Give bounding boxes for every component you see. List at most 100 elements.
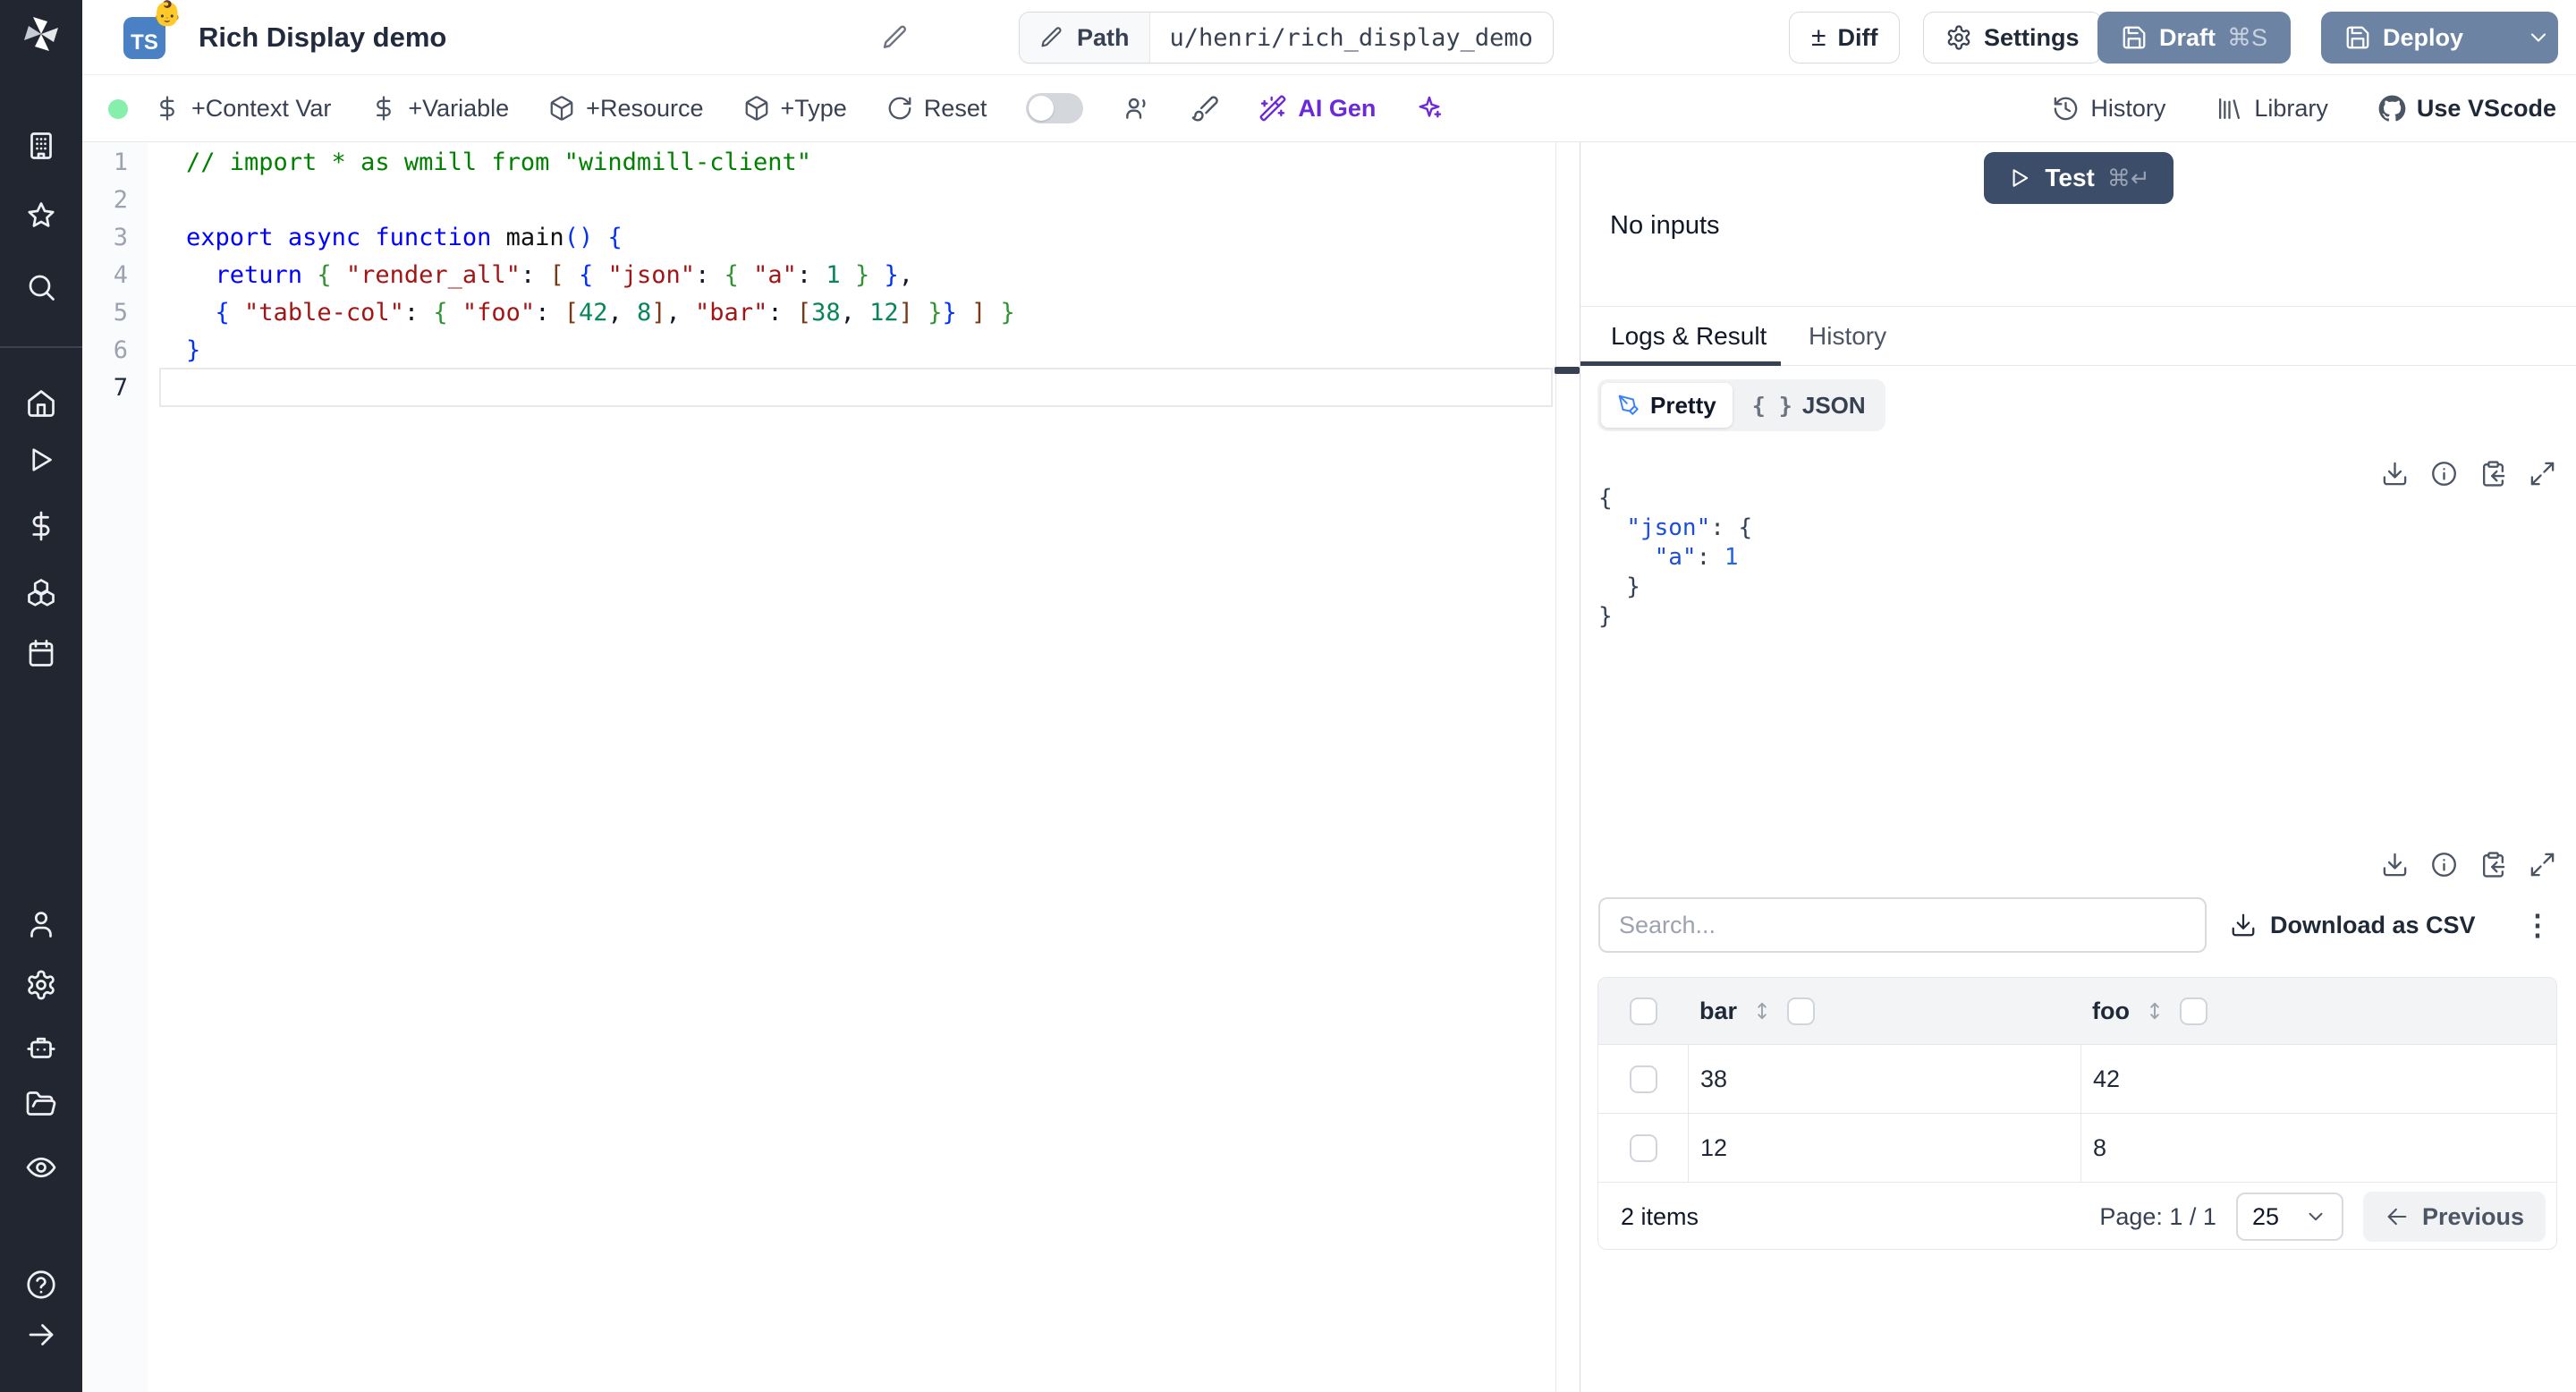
sidebar-home-icon[interactable]	[25, 387, 57, 420]
ai-gen-button[interactable]: AI Gen	[1258, 94, 1376, 123]
windmill-logo-icon[interactable]	[20, 13, 63, 55]
toolbar-reset-button[interactable]: Reset	[886, 95, 987, 123]
pane-splitter-handle[interactable]	[1555, 367, 1580, 374]
table-body: 38 42 12 8	[1598, 1044, 2556, 1182]
column-checkbox[interactable]	[2179, 997, 2207, 1025]
toolbar-variable-button[interactable]: +Variable	[370, 95, 509, 123]
expand-icon[interactable]	[2529, 460, 2556, 488]
line-number: 5	[113, 299, 128, 327]
sidebar-building-icon[interactable]	[25, 130, 57, 162]
table-search-input[interactable]	[1598, 897, 2207, 953]
table-actions-row	[2381, 851, 2556, 878]
sidebar-calendar-icon[interactable]	[25, 637, 57, 669]
column-header-foo[interactable]: foo	[2080, 997, 2556, 1025]
multiplayer-users-icon[interactable]	[1123, 94, 1151, 123]
row-checkbox[interactable]	[1629, 1133, 1657, 1162]
path-control[interactable]: Path u/henri/rich_display_demo	[1019, 12, 1554, 64]
line-number: 4	[113, 261, 128, 289]
sidebar-bot-icon[interactable]	[25, 1031, 57, 1064]
json-line: }	[1598, 573, 1640, 600]
multiplayer-users-icon	[1123, 94, 1151, 123]
top-header: TS 👶 Rich Display demo Path u/henri/rich…	[82, 0, 2576, 75]
diff-button[interactable]: ± Diff	[1789, 12, 1901, 64]
table-row[interactable]: 12 8	[1598, 1113, 2556, 1182]
toolbar-contextvar-button[interactable]: +Context Var	[154, 95, 331, 123]
tab-history[interactable]: History	[1809, 307, 1886, 366]
sort-icon[interactable]	[1750, 999, 1774, 1023]
reset-icon	[886, 95, 913, 122]
previous-page-button[interactable]: Previous	[2362, 1192, 2546, 1242]
status-green-dot	[108, 99, 128, 119]
page-label: Page: 1 / 1	[2099, 1202, 2216, 1230]
format-brush-icon[interactable]	[1191, 94, 1219, 123]
copy-to-clipboard-icon[interactable]	[2479, 851, 2507, 878]
save-draft-button[interactable]: Draft ⌘S	[2097, 12, 2292, 64]
magic-wand-icon	[1258, 94, 1287, 123]
code-line-5: { "table-col": { "foo": [42, 8], "bar": …	[215, 299, 1015, 327]
chevron-down-icon	[2304, 1205, 2327, 1228]
format-brush-icon	[1191, 94, 1219, 123]
copy-to-clipboard-icon[interactable]	[2479, 460, 2507, 488]
download-icon[interactable]	[2381, 851, 2409, 878]
sidebar-search-icon[interactable]	[25, 271, 57, 303]
table-row[interactable]: 38 42	[1598, 1044, 2556, 1113]
script-emoji: 👶	[152, 0, 182, 27]
sidebar-settings-icon[interactable]	[25, 969, 57, 1001]
result-view-toggle: Pretty { } JSON	[1597, 379, 1885, 431]
save-icon	[2121, 24, 2148, 51]
left-sidebar	[0, 0, 82, 1392]
toolbar-resource-button[interactable]: +Resource	[548, 95, 704, 123]
sidebar-play-icon[interactable]	[25, 444, 57, 476]
history-icon	[2052, 95, 2080, 123]
test-shortcut: ⌘↵	[2106, 164, 2150, 191]
editor-right-border	[1555, 142, 1556, 1392]
multiplayer-toggle[interactable]	[1026, 93, 1084, 123]
download-csv-button[interactable]: Download as CSV	[2230, 897, 2476, 953]
sidebar-dollar-icon[interactable]	[25, 510, 57, 542]
deploy-menu-button[interactable]	[2510, 25, 2567, 50]
deploy-button[interactable]: Deploy	[2321, 24, 2487, 52]
save-icon	[2344, 24, 2371, 51]
sidebar-star-icon[interactable]	[25, 199, 57, 232]
play-icon	[2007, 166, 2032, 191]
select-all-checkbox[interactable]	[1629, 997, 1657, 1025]
cell-bar: 12	[1688, 1114, 2080, 1182]
sidebar-eye-icon[interactable]	[25, 1151, 57, 1184]
info-icon[interactable]	[2430, 460, 2458, 488]
deploy-split-button[interactable]: Deploy	[2321, 12, 2558, 64]
sparkles-icon	[1415, 94, 1444, 123]
code-editor[interactable]: 1 2 3 4 5 6 7 // import * as wmill from "windm…	[82, 142, 1555, 1392]
line-number: 1	[113, 149, 128, 176]
expand-icon[interactable]	[2529, 851, 2556, 878]
sort-icon[interactable]	[2143, 999, 2166, 1023]
info-icon[interactable]	[2430, 851, 2458, 878]
settings-button[interactable]: Settings	[1923, 12, 2102, 64]
path-edit-button[interactable]: Path	[1020, 13, 1150, 63]
ai-sparkles-button[interactable]	[1415, 94, 1444, 123]
toolbar-type-button[interactable]: +Type	[743, 95, 847, 123]
tab-logs-result[interactable]: Logs & Result	[1611, 307, 1767, 366]
sidebar-arrow-right-icon[interactable]	[25, 1319, 57, 1351]
windmill-script-editor: TS 👶 Rich Display demo Path u/henri/rich…	[0, 0, 2576, 1392]
page-size-select[interactable]: 25	[2235, 1193, 2343, 1241]
row-checkbox[interactable]	[1629, 1065, 1657, 1093]
download-icon[interactable]	[2381, 460, 2409, 488]
column-header-bar[interactable]: bar	[1688, 997, 2080, 1025]
edit-title-pencil-icon[interactable]	[881, 23, 910, 52]
pretty-view-button[interactable]: Pretty	[1601, 383, 1733, 428]
sidebar-boxes-icon[interactable]	[25, 576, 57, 608]
toolbar-history-button[interactable]: History	[2052, 95, 2165, 123]
json-view-button[interactable]: { } JSON	[1736, 383, 1882, 428]
sidebar-folder-icon[interactable]	[25, 1089, 57, 1121]
test-run-button[interactable]: Test ⌘↵	[1984, 152, 2174, 204]
sidebar-help-icon[interactable]	[25, 1269, 57, 1301]
toolbar-right-group: History Library Use VScode	[2052, 75, 2556, 141]
column-checkbox[interactable]	[1787, 997, 1816, 1025]
path-label: Path	[1077, 23, 1130, 51]
sidebar-user-icon[interactable]	[25, 908, 57, 940]
table-menu-kebab[interactable]: ⋮	[2522, 901, 2553, 949]
json-line: }	[1598, 603, 1613, 630]
toolbar-use-vscode-button[interactable]: Use VScode	[2378, 95, 2556, 123]
code-line-4: return { "render_all": [ { "json": { "a"…	[215, 261, 913, 289]
toolbar-library-button[interactable]: Library	[2216, 95, 2328, 123]
